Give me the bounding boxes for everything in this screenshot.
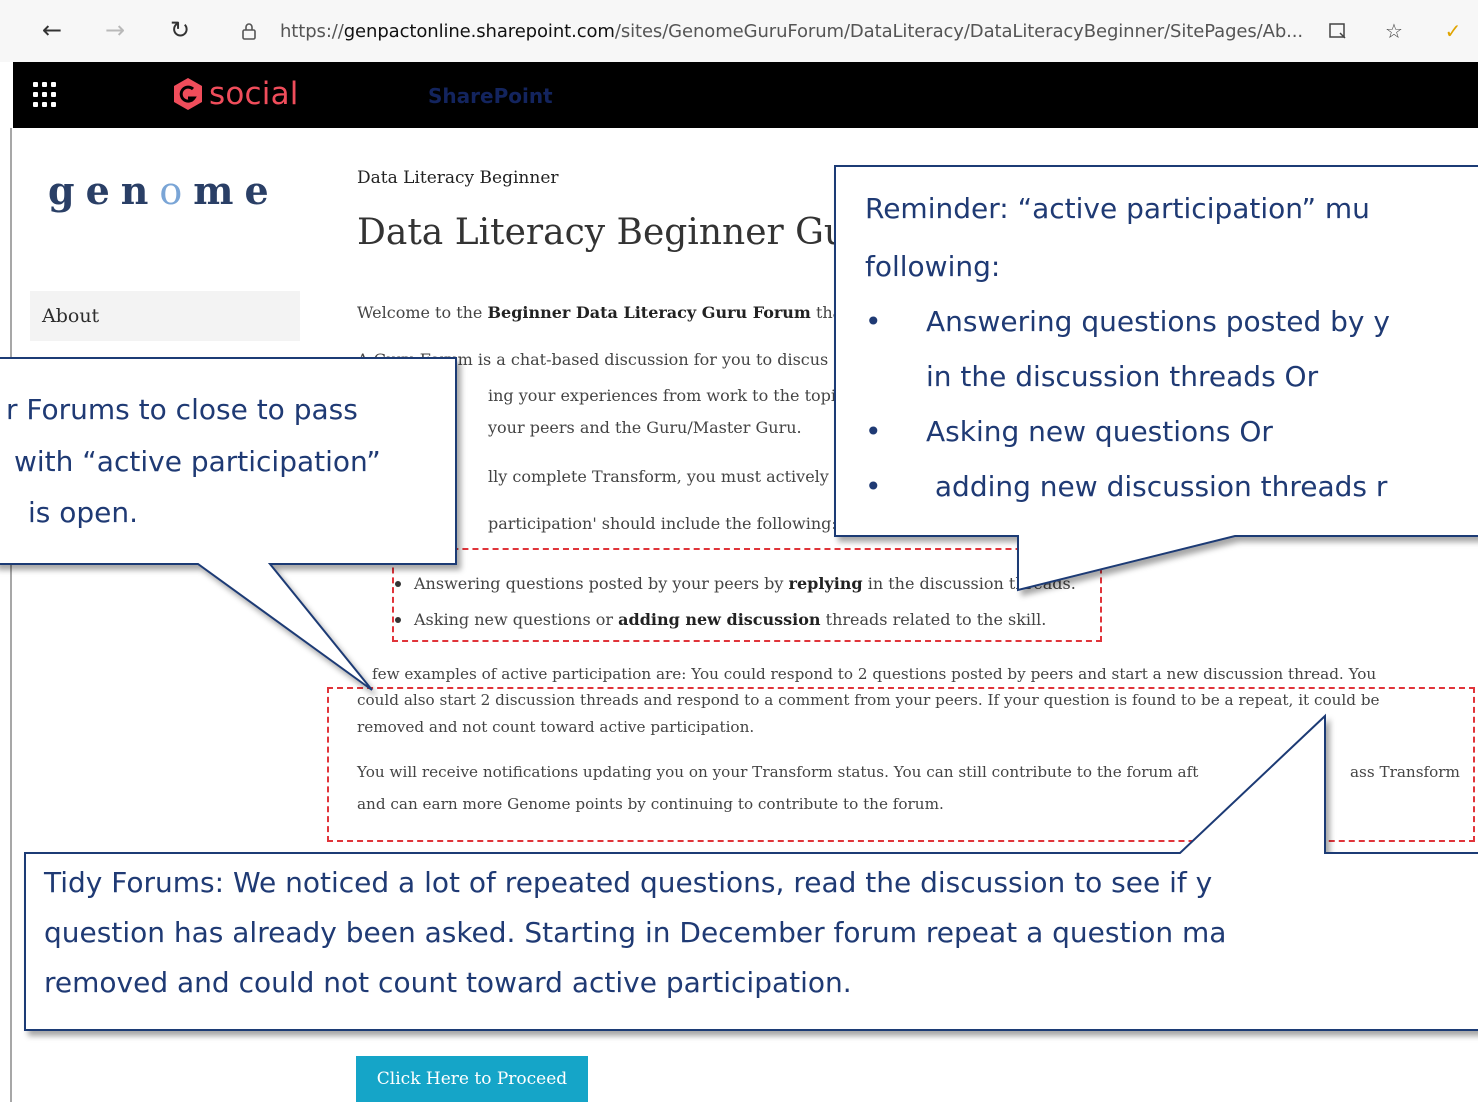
tidy-callout-line-2: question has already been asked. Startin… [44, 916, 1227, 949]
sharepoint-link[interactable]: SharePoint [428, 84, 553, 108]
examples-line-1: few examples of active participation are… [372, 665, 1377, 683]
reminder-callout-bullet-3-text: adding new discussion threads r [926, 470, 1388, 503]
participation-intro: participation' should include the follow… [488, 514, 837, 533]
forums-close-callout-line-2: with “active participation” [14, 445, 381, 478]
examples-highlight [327, 687, 1475, 842]
forum-description-2: ing your experiences from work to the to… [488, 386, 864, 405]
left-border [10, 128, 12, 1102]
refresh-icon[interactable]: ↻ [162, 12, 198, 48]
logo-text-part1: gen [48, 168, 160, 213]
page-title: Data Literacy Beginner Guru [357, 212, 888, 253]
logo-text-part2: o [159, 169, 194, 213]
genome-logo[interactable]: genome [48, 168, 280, 213]
reminder-callout-line-2: following: [865, 250, 1001, 283]
reminder-callout-bullet-2: • [865, 415, 882, 448]
reminder-callout-bullet-3: • [865, 470, 882, 503]
forward-arrow-icon[interactable]: → [97, 12, 133, 48]
app-launcher-icon[interactable] [33, 82, 59, 108]
reminder-callout-bullet-1-text: Answering questions posted by y [926, 305, 1390, 338]
forums-close-callout-line-3: is open. [28, 496, 139, 529]
logo-text-part3: me [193, 168, 280, 213]
reminder-callout-bullet-1: • [865, 305, 882, 338]
transform-requirement: lly complete Transform, you must activel… [488, 467, 854, 486]
welcome-text: Welcome to the Beginner Data Literacy Gu… [357, 303, 859, 322]
address-bar[interactable]: https://genpactonline.sharepoint.com/sit… [222, 8, 1412, 54]
url-text[interactable]: https://genpactonline.sharepoint.com/sit… [280, 21, 1303, 42]
tidy-callout-line-1: Tidy Forums: We noticed a lot of repeate… [44, 866, 1213, 899]
sidebar-item-label: About [42, 305, 100, 327]
brand-name: social [209, 76, 299, 112]
forum-description-3: your peers and the Guru/Master Guru. [488, 418, 802, 437]
reminder-callout-line-1: Reminder: “active participation” mu [865, 192, 1370, 225]
tidy-callout-line-3: removed and could not count toward activ… [44, 966, 852, 999]
browser-toolbar: ← → ↻ https://genpactonline.sharepoint.c… [0, 0, 1478, 62]
add-favorite-icon[interactable]: ☆ [1381, 18, 1407, 44]
lock-icon[interactable] [234, 22, 264, 40]
back-arrow-icon[interactable]: ← [34, 12, 70, 48]
forum-description: A Guru Forum is a chat-based discussion … [357, 350, 829, 369]
reader-view-icon[interactable] [1325, 18, 1351, 44]
reminder-callout-bullet-1-cont: in the discussion threads Or [926, 360, 1319, 393]
extension-check-icon[interactable]: ✓ [1440, 18, 1466, 44]
forums-close-callout-line-1: r Forums to close to pass [6, 393, 358, 426]
brand-logo[interactable]: social [173, 76, 299, 112]
genpact-hexagon-icon [174, 78, 202, 110]
sidebar-item-about[interactable]: About [30, 291, 300, 341]
participation-highlight [392, 548, 1102, 642]
breadcrumb[interactable]: Data Literacy Beginner [357, 168, 559, 188]
proceed-button[interactable]: Click Here to Proceed [356, 1056, 588, 1102]
suite-bar: social SharePoint [13, 62, 1478, 128]
reminder-callout-bullet-2-text: Asking new questions Or [926, 415, 1273, 448]
